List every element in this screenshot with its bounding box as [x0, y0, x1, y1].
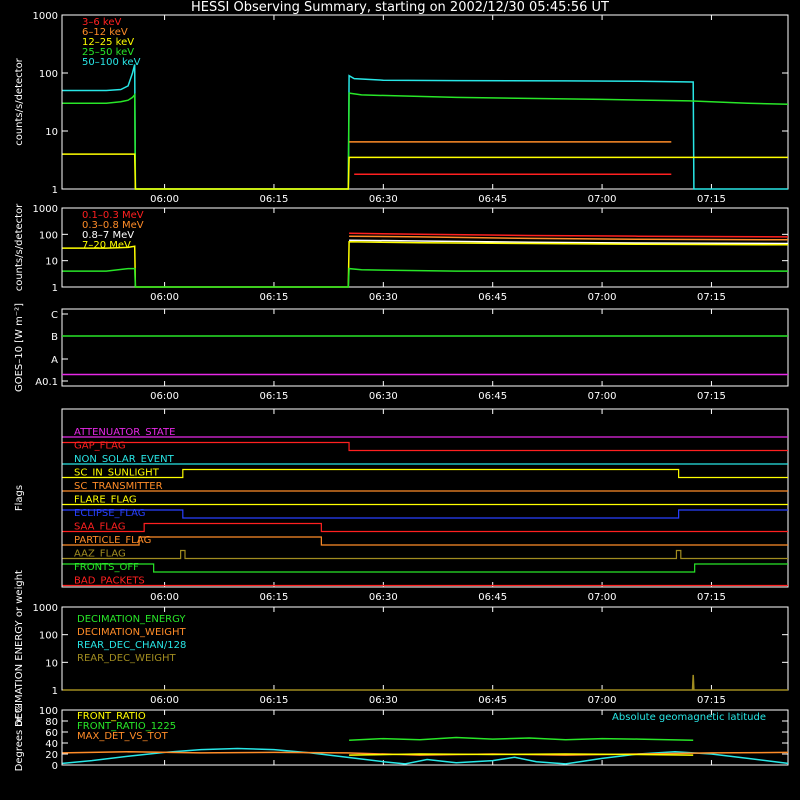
panel-goes — [61, 308, 789, 387]
panel-rates — [61, 14, 789, 190]
y-tick-label: 1 — [52, 185, 58, 196]
flag-label: AAZ_FLAG — [74, 549, 126, 560]
x-tick-label: 06:30 — [369, 695, 398, 706]
x-tick-label: 06:30 — [369, 391, 398, 402]
y-tick-label: 100 — [39, 706, 58, 717]
x-tick-label: 07:00 — [588, 292, 617, 303]
y-tick-label: 60 — [45, 728, 58, 739]
series-line — [62, 674, 788, 691]
legend-entry: DECIMATION_WEIGHT — [77, 627, 186, 638]
y-tick-label: B — [51, 332, 58, 343]
legend-entry: REAR_DEC_WEIGHT — [77, 653, 176, 664]
y-tick-label: C — [51, 310, 58, 321]
series-line — [349, 736, 694, 742]
y-tick-label: 20 — [45, 750, 58, 761]
flag-label: FRONTS_OFF — [74, 562, 139, 573]
flag-line — [62, 509, 788, 519]
legend-entry: DECIMATION_ENERGY — [77, 614, 186, 625]
y-axis-label: Degrees or % — [14, 704, 25, 772]
flag-line — [62, 468, 788, 479]
x-tick-label: 07:15 — [697, 391, 726, 402]
y-tick-label: A — [51, 355, 58, 366]
y-tick-label: A0.1 — [35, 377, 58, 388]
y-tick-label: 40 — [45, 739, 58, 750]
y-tick-label: 100 — [39, 631, 58, 642]
x-tick-label: 06:15 — [260, 592, 289, 603]
series-line — [62, 241, 789, 288]
x-tick-label: 06:15 — [260, 292, 289, 303]
y-tick-label: 1000 — [33, 11, 58, 22]
y-tick-label: 10 — [45, 257, 58, 268]
x-tick-label: 07:00 — [588, 695, 617, 706]
x-tick-label: 06:00 — [150, 292, 179, 303]
x-tick-label: 06:30 — [369, 592, 398, 603]
y-tick-label: 1 — [52, 283, 58, 294]
series-line — [62, 64, 788, 190]
y-tick-label: 1000 — [33, 204, 58, 215]
y-axis-label: GOES–10 [W m⁻²] — [14, 303, 25, 392]
series-line — [349, 753, 694, 756]
x-tick-label: 06:00 — [150, 695, 179, 706]
x-tick-label: 06:15 — [260, 695, 289, 706]
y-tick-label: 1 — [52, 686, 58, 697]
panel-high_energy — [61, 207, 789, 288]
y-tick-label: 1000 — [33, 603, 58, 614]
summary-plot: 06:00 06:15 06:30 06:45 07:00 07:151101001000… — [14, 11, 789, 772]
x-tick-label: 07:00 — [588, 592, 617, 603]
y-tick-label: 10 — [45, 127, 58, 138]
x-tick-label: 06:45 — [478, 292, 507, 303]
x-tick-label: 07:15 — [697, 292, 726, 303]
flag-label: NON_SOLAR_EVENT — [74, 454, 175, 465]
x-tick-label: 06:30 — [369, 292, 398, 303]
panel-frame — [61, 207, 789, 288]
legend-entry: REAR_DEC_CHAN/128 — [77, 640, 186, 651]
flag-label: SC_TRANSMITTER — [74, 481, 163, 492]
x-tick-label: 06:00 — [150, 194, 179, 205]
flag-label: FLARE_FLAG — [74, 495, 137, 506]
x-tick-label: 07:00 — [588, 391, 617, 402]
x-tick-label: 07:15 — [697, 592, 726, 603]
x-tick-label: 07:15 — [697, 695, 726, 706]
y-tick-label: 0 — [52, 761, 58, 772]
flag-label: SAA_FLAG — [74, 522, 125, 533]
panel-frame — [61, 14, 789, 190]
y-axis-label: Flags — [14, 485, 25, 511]
y-axis-label: counts/s/detector — [14, 57, 25, 145]
flag-label: ATTENUATOR_STATE — [74, 427, 175, 438]
y-tick-label: 80 — [45, 717, 58, 728]
y-axis-label: DECIMATION ENERGY or weight — [14, 570, 25, 727]
x-tick-label: 06:45 — [478, 592, 507, 603]
y-axis-label: counts/s/detector — [14, 203, 25, 291]
legend-entry: 50–100 keV — [82, 57, 141, 68]
legend-entry: 7–20 MeV — [82, 240, 131, 251]
x-tick-label: 06:00 — [150, 391, 179, 402]
x-tick-label: 06:15 — [260, 194, 289, 205]
flag-label: BAD_PACKETS — [74, 576, 145, 587]
flag-label: GAP_FLAG — [74, 441, 126, 452]
x-tick-label: 07:00 — [588, 194, 617, 205]
flag-line — [62, 522, 788, 533]
flag-label: ECLIPSE_FLAG — [74, 508, 145, 519]
series-line — [62, 267, 788, 288]
flag-label: PARTICLE_FLAG — [74, 535, 151, 546]
legend-entry: MAX_DET_VS_TOT — [77, 731, 169, 742]
x-tick-label: 06:45 — [478, 391, 507, 402]
x-tick-label: 07:15 — [697, 194, 726, 205]
flag-line — [62, 549, 788, 560]
x-tick-label: 06:45 — [478, 695, 507, 706]
x-tick-label: 06:15 — [260, 391, 289, 402]
annotation-label: Absolute geomagnetic latitude — [612, 712, 766, 723]
flag-line — [62, 536, 788, 546]
y-tick-label: 100 — [39, 230, 58, 241]
y-tick-label: 10 — [45, 658, 58, 669]
series-line — [62, 747, 789, 765]
y-tick-label: 100 — [39, 69, 58, 80]
x-tick-label: 06:45 — [478, 194, 507, 205]
flag-line — [62, 441, 788, 452]
series-line — [62, 153, 788, 190]
flag-label: SC_IN_SUNLIGHT — [74, 468, 160, 479]
x-tick-label: 06:00 — [150, 592, 179, 603]
x-tick-label: 06:30 — [369, 194, 398, 205]
flag-line — [62, 563, 788, 573]
